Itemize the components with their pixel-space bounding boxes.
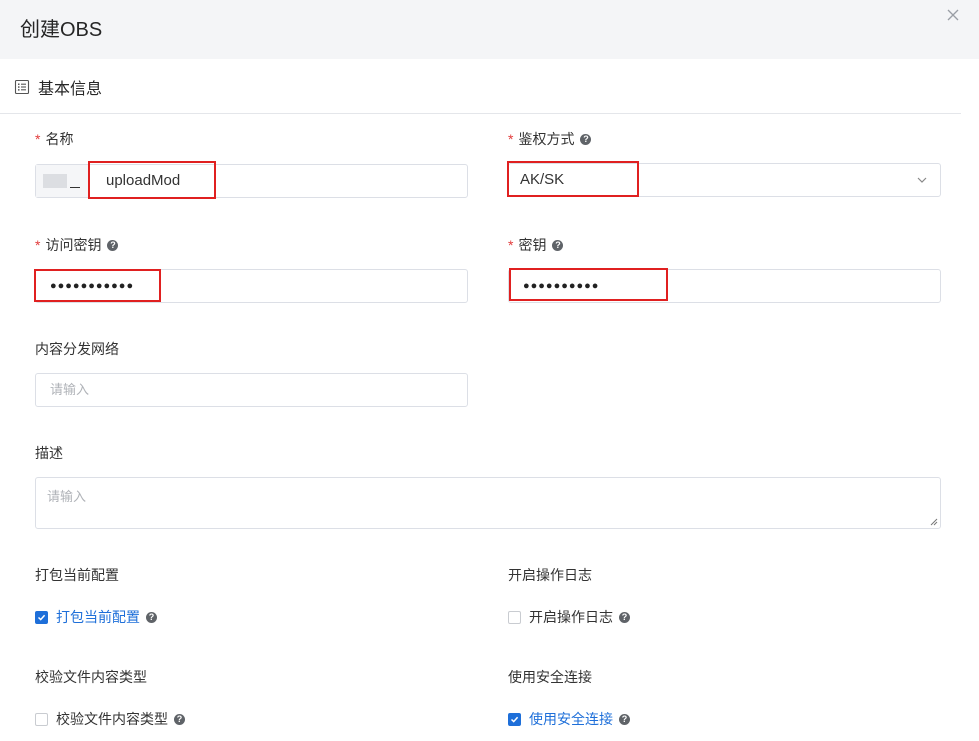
access-key-label: * 访问密钥 ? [35,236,119,254]
help-icon[interactable]: ? [174,713,185,725]
verify-content-type-checkbox[interactable]: 校验文件内容类型 ? [35,709,185,729]
description-label: 描述 [35,445,63,461]
cdn-input[interactable]: 请输入 [35,373,468,407]
description-placeholder: 请输入 [47,489,87,504]
help-icon[interactable]: ? [146,611,157,623]
name-highlight [88,161,216,199]
description-textarea[interactable]: 请输入 [35,477,941,529]
help-icon[interactable]: ? [619,713,630,725]
help-icon[interactable]: ? [619,611,630,623]
secret-key-highlight [509,268,668,301]
package-config-checkbox[interactable]: 打包当前配置 ? [35,607,157,627]
checkbox-checked-icon[interactable] [35,610,48,624]
list-icon [14,79,30,95]
secure-connection-label: 使用安全连接 [508,669,592,685]
name-prefix [36,165,90,197]
dialog-header: 创建OBS [0,0,979,59]
section-title: 基本信息 [38,81,103,98]
help-icon[interactable]: ? [552,239,564,251]
verify-content-type-label: 校验文件内容类型 [35,669,147,685]
help-icon[interactable]: ? [580,133,592,145]
secret-key-label: * 密钥 ? [508,236,564,254]
chevron-down-icon[interactable] [916,174,928,186]
section-basic-info: 基本信息 [14,76,102,98]
cdn-label: 内容分发网络 [35,341,119,357]
section-divider [0,113,961,114]
operation-log-checkbox[interactable]: 开启操作日志 ? [508,607,630,627]
auth-method-label: * 鉴权方式 ? [508,130,592,148]
name-label: * 名称 [35,131,74,147]
resize-grip-icon[interactable] [930,518,938,526]
secure-connection-checkbox[interactable]: 使用安全连接 ? [508,709,630,729]
operation-log-label: 开启操作日志 [508,567,592,583]
package-config-label: 打包当前配置 [35,567,119,583]
close-icon[interactable] [946,8,964,26]
dialog-title: 创建OBS [20,19,103,41]
help-icon[interactable]: ? [107,239,119,251]
auth-method-highlight [507,161,639,197]
checkbox-checked-icon[interactable] [508,712,521,726]
cdn-placeholder: 请输入 [50,382,90,397]
access-key-highlight [34,269,161,302]
checkbox-unchecked-icon[interactable] [35,712,48,726]
checkbox-unchecked-icon[interactable] [508,610,521,624]
